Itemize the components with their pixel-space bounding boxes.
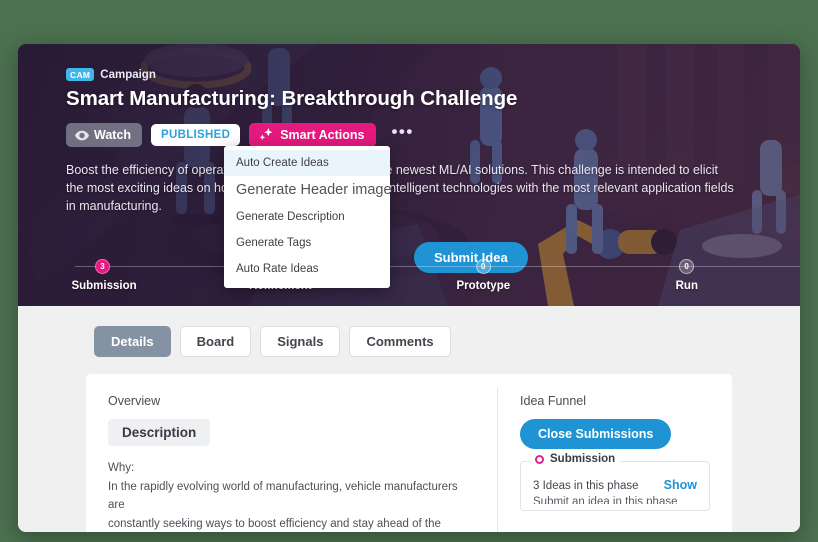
- tab-comments[interactable]: Comments: [349, 326, 451, 357]
- campaign-label: Campaign: [100, 68, 156, 81]
- status-badge[interactable]: PUBLISHED: [151, 124, 241, 146]
- hero-banner: CAM Campaign Smart Manufacturing: Breakt…: [18, 44, 800, 306]
- smart-actions-label: Smart Actions: [280, 128, 365, 142]
- menu-item-auto-rate-ideas[interactable]: Auto Rate Ideas: [224, 256, 390, 282]
- close-submissions-button[interactable]: Close Submissions: [520, 419, 672, 449]
- campaign-badge: CAM: [66, 68, 95, 81]
- tab-signals[interactable]: Signals: [260, 326, 341, 357]
- overview-line-1: In the rapidly evolving world of manufac…: [108, 480, 458, 512]
- phase-stepper: 3 Submission 0 Refinement 0 Prototype 0 …: [18, 254, 800, 300]
- funnel-ideas-count: 3 Ideas in this phase: [533, 480, 639, 492]
- step-submission[interactable]: 3 Submission: [71, 254, 137, 292]
- tab-bar: Details Board Signals Comments: [18, 326, 800, 357]
- overview-heading: Overview: [108, 394, 161, 408]
- step-label-prototype: Prototype: [456, 280, 511, 292]
- menu-item-auto-create-ideas[interactable]: Auto Create Ideas: [224, 150, 390, 176]
- overview-line-2: constantly seeking ways to boost efficie…: [108, 517, 441, 530]
- watch-label: Watch: [94, 128, 132, 142]
- overview-body: Why: In the rapidly evolving world of ma…: [108, 459, 475, 532]
- smart-actions-menu[interactable]: Auto Create Ideas Generate Header image …: [224, 146, 392, 288]
- content-area: Details Board Signals Comments Overview …: [18, 306, 800, 532]
- campaign-description: Boost the efficiency of operations in ma…: [66, 163, 734, 214]
- menu-item-generate-header-image[interactable]: Generate Header image: [224, 176, 392, 204]
- step-dot-run: 0: [679, 259, 695, 274]
- funnel-sub-text: Submit an idea in this phase: [533, 496, 678, 504]
- step-label-submission: Submission: [71, 280, 137, 292]
- step-dot-submission: 3: [94, 259, 110, 274]
- step-label-run: Run: [675, 280, 698, 292]
- step-run[interactable]: 0 Run: [676, 254, 698, 292]
- sparkles-icon: [259, 128, 273, 141]
- smart-actions-button[interactable]: Smart Actions: [249, 123, 377, 147]
- menu-item-generate-tags[interactable]: Generate Tags: [224, 230, 390, 256]
- step-prototype[interactable]: 0 Prototype: [456, 254, 510, 292]
- hero-content: CAM Campaign Smart Manufacturing: Breakt…: [66, 68, 770, 273]
- menu-item-generate-description[interactable]: Generate Description: [224, 204, 390, 230]
- hero-action-bar: Watch PUBLISHED Smart Actions •••: [66, 123, 770, 147]
- funnel-phase-label: Submission: [550, 453, 616, 465]
- app-card: CAM Campaign Smart Manufacturing: Breakt…: [18, 44, 800, 532]
- screenshot-root: CAM Campaign Smart Manufacturing: Breakt…: [0, 0, 818, 542]
- details-panels: Overview Description Why: In the rapidly…: [86, 374, 732, 532]
- overview-panel: Overview Description Why: In the rapidly…: [86, 374, 497, 532]
- phase-ring-icon: [535, 454, 545, 464]
- watch-button[interactable]: Watch: [66, 123, 143, 147]
- funnel-show-link[interactable]: Show: [664, 478, 697, 492]
- eye-icon: [75, 130, 89, 140]
- idea-funnel-panel: Idea Funnel Close Submissions Submission…: [498, 374, 732, 532]
- step-dot-prototype: 0: [475, 259, 491, 274]
- idea-funnel-heading: Idea Funnel: [520, 394, 587, 408]
- more-options-button[interactable]: •••: [385, 123, 417, 143]
- funnel-phase-card: Submission 3 Ideas in this phase Show Su…: [520, 453, 710, 511]
- tab-board[interactable]: Board: [179, 326, 252, 357]
- funnel-count-row: 3 Ideas in this phase Show: [533, 478, 697, 492]
- funnel-phase-title: Submission: [530, 453, 621, 465]
- why-label: Why:: [108, 462, 135, 474]
- tab-details[interactable]: Details: [94, 326, 171, 357]
- page-title: Smart Manufacturing: Breakthrough Challe…: [66, 87, 518, 110]
- campaign-kicker: CAM Campaign: [66, 68, 770, 81]
- description-chip[interactable]: Description: [108, 419, 211, 446]
